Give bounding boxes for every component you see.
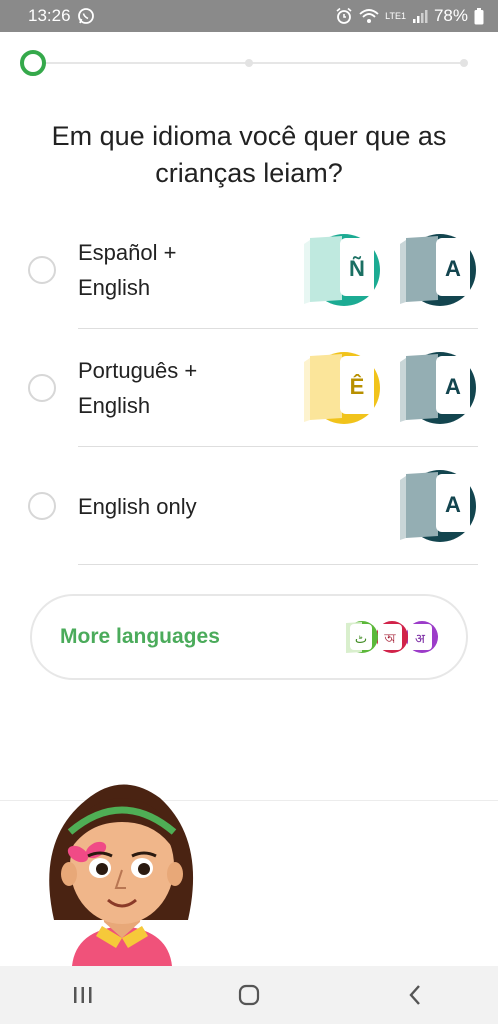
alarm-icon xyxy=(335,7,353,25)
mini-book-letter: অ xyxy=(383,632,396,647)
status-bar: 13:26 LTE1 78% xyxy=(0,0,498,32)
book-letter: Ê xyxy=(350,374,365,399)
signal-icon xyxy=(412,8,428,24)
mini-book-letter: अ xyxy=(415,632,426,647)
progress-step-3 xyxy=(460,59,468,67)
girl-mascot-illustration xyxy=(36,770,208,966)
book-english-icon: A xyxy=(398,350,478,426)
status-time: 13:26 xyxy=(28,6,71,25)
option-label: Español + English xyxy=(78,240,177,300)
mini-books-group: अ অ ٹ xyxy=(342,619,442,655)
divider xyxy=(78,446,478,447)
book-letter: Ñ xyxy=(349,256,365,281)
radio-button[interactable] xyxy=(28,256,56,284)
option-label: English only xyxy=(78,493,197,519)
divider xyxy=(78,328,478,329)
language-books-icon: अ অ ٹ xyxy=(346,621,438,653)
option-label: Português + English xyxy=(78,358,198,418)
home-icon[interactable] xyxy=(219,975,279,1015)
book-letter: A xyxy=(445,492,461,517)
book-english-icon: A xyxy=(398,468,478,544)
system-nav-bar xyxy=(0,966,498,1024)
battery-icon xyxy=(474,7,484,25)
wifi-icon xyxy=(359,8,379,24)
whatsapp-icon xyxy=(77,7,95,25)
option-english-only[interactable]: English only A xyxy=(28,448,478,564)
option-spanish-english[interactable]: Español + English Ñ A xyxy=(28,212,478,328)
book-english-icon: A xyxy=(398,232,478,308)
progress-indicator xyxy=(20,48,470,78)
back-icon[interactable] xyxy=(385,975,445,1015)
network-label: LTE1 xyxy=(385,11,406,21)
book-letter: A xyxy=(445,374,461,399)
book-portuguese-icon: Ê xyxy=(302,350,382,426)
more-languages-button[interactable]: More languages अ অ ٹ xyxy=(30,594,468,680)
progress-step-current xyxy=(20,50,46,76)
radio-button[interactable] xyxy=(28,374,56,402)
question-title: Em que idioma você quer que as crianças … xyxy=(51,121,447,188)
book-letter: A xyxy=(445,256,461,281)
battery-percent: 78% xyxy=(433,6,468,25)
radio-button[interactable] xyxy=(28,492,56,520)
option-portuguese-english[interactable]: Português + English Ê A xyxy=(28,330,478,446)
progress-step-2 xyxy=(245,59,253,67)
divider xyxy=(78,564,478,565)
book-spanish-icon: Ñ xyxy=(302,232,382,308)
mini-book-letter: ٹ xyxy=(355,632,367,647)
recent-apps-icon[interactable] xyxy=(53,975,113,1015)
more-languages-label: More languages xyxy=(60,625,220,648)
